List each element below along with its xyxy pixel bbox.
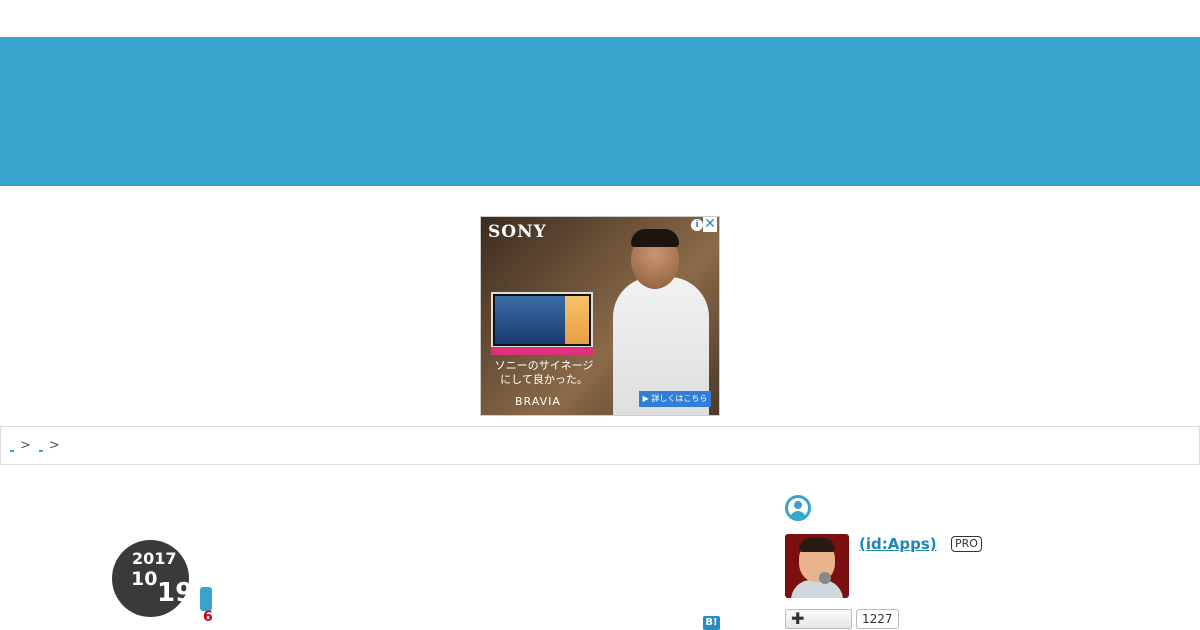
follow-button[interactable]: ✚ [785, 609, 852, 629]
ad-copy-line1: ソニーのサイネージ [494, 359, 594, 372]
breadcrumb-separator: > [20, 438, 31, 453]
entry-date-badge[interactable]: 2017 10 19 [112, 540, 193, 617]
star-button[interactable] [200, 587, 212, 611]
pro-badge: PRO [951, 536, 982, 552]
profile-username-link[interactable]: (id:Apps) [859, 535, 937, 553]
follower-count: 1227 [856, 609, 899, 629]
ad-tv-screen [495, 296, 565, 344]
avatar[interactable] [785, 534, 849, 598]
hatena-bookmark-icon[interactable]: B! [703, 616, 720, 630]
plus-icon: ✚ [791, 609, 805, 628]
star-count: 6 [203, 609, 213, 625]
close-icon[interactable]: ✕ [703, 217, 717, 232]
top-strip [0, 0, 1200, 37]
profile-icon [785, 495, 811, 521]
blog-header[interactable] [0, 37, 1200, 186]
breadcrumb-link-2[interactable] [38, 440, 43, 452]
breadcrumb-separator: > [48, 438, 60, 453]
date-day: 19 [157, 578, 194, 608]
ad-brand: SONY [488, 222, 547, 242]
ad-copy: ソニーのサイネージ にして良かった。 [489, 359, 599, 387]
date-year: 2017 [132, 549, 177, 568]
ad-tv-image [491, 292, 593, 348]
ad-tv-side [565, 296, 589, 344]
ad-copy-line2: にして良かった。 [500, 373, 588, 386]
advertisement[interactable]: SONY i ✕ ソニーのサイネージ にして良かった。 BRAVIA ▶ 詳しく… [480, 216, 720, 416]
date-month: 10 [131, 568, 158, 590]
ad-product: BRAVIA [515, 395, 561, 408]
info-icon[interactable]: i [691, 219, 703, 231]
ad-cta-button[interactable]: ▶ 詳しくはこちら [639, 391, 711, 407]
ad-person-hair [631, 229, 679, 247]
breadcrumb-link-1[interactable] [10, 440, 14, 452]
breadcrumb: > > [0, 426, 1200, 465]
ad-tv-bar [491, 347, 593, 355]
